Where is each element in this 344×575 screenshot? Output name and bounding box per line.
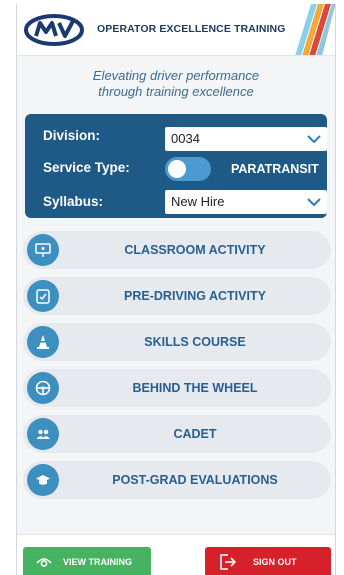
- service-type-label: Service Type:: [43, 160, 130, 175]
- division-label: Division:: [43, 128, 101, 143]
- menu-item-post-grad-evaluations[interactable]: POST-GRAD EVALUATIONS: [23, 461, 331, 499]
- tagline: Elevating driver performance through tra…: [17, 68, 335, 100]
- toggle-knob: [168, 160, 186, 178]
- people-icon: [27, 418, 59, 450]
- footer-bar: VIEW TRAINING SIGN OUT: [17, 534, 335, 575]
- sign-out-icon: [220, 554, 237, 570]
- clipboard-check-icon: [27, 280, 59, 312]
- app-header: OPERATOR EXCELLENCE TRAINING: [17, 4, 335, 56]
- view-training-label: VIEW TRAINING: [63, 557, 132, 567]
- menu-item-behind-the-wheel[interactable]: BEHIND THE WHEEL: [23, 369, 331, 407]
- menu-item-label: SKILLS COURSE: [144, 335, 246, 349]
- service-type-toggle[interactable]: [165, 157, 211, 181]
- app-title: OPERATOR EXCELLENCE TRAINING: [97, 23, 286, 35]
- steering-wheel-icon: [27, 372, 59, 404]
- menu-item-label: CLASSROOM ACTIVITY: [124, 243, 266, 257]
- settings-panel: Division: 0034 Service Type: PARATRANSIT…: [25, 114, 327, 218]
- syllabus-value: New Hire: [171, 194, 225, 209]
- sign-out-button[interactable]: SIGN OUT: [205, 547, 331, 575]
- service-type-value: PARATRANSIT: [231, 162, 319, 176]
- syllabus-label: Syllabus:: [43, 194, 104, 209]
- chevron-down-icon: [307, 135, 321, 144]
- presentation-board-icon: [27, 234, 59, 266]
- tagline-line-1: Elevating driver performance: [92, 68, 260, 83]
- chevron-down-icon: [307, 198, 321, 207]
- app-frame: OPERATOR EXCELLENCE TRAINING Elevating d…: [16, 4, 336, 575]
- division-select[interactable]: 0034: [165, 127, 327, 151]
- menu-item-pre-driving-activity[interactable]: PRE-DRIVING ACTIVITY: [23, 277, 331, 315]
- brand-stripes: [295, 4, 335, 55]
- syllabus-select[interactable]: New Hire: [165, 190, 327, 214]
- traffic-cone-icon: [27, 326, 59, 358]
- menu-item-label: PRE-DRIVING ACTIVITY: [124, 289, 266, 303]
- mv-logo-icon: [24, 14, 84, 46]
- menu-item-cadet[interactable]: CADET: [23, 415, 331, 453]
- view-training-button[interactable]: VIEW TRAINING: [23, 547, 151, 575]
- menu-item-label: BEHIND THE WHEEL: [132, 381, 258, 395]
- eye-icon: [36, 558, 52, 567]
- menu-item-classroom-activity[interactable]: CLASSROOM ACTIVITY: [23, 231, 331, 269]
- sign-out-label: SIGN OUT: [253, 557, 297, 567]
- menu-item-label: CADET: [173, 427, 217, 441]
- menu-item-skills-course[interactable]: SKILLS COURSE: [23, 323, 331, 361]
- division-value: 0034: [171, 131, 200, 146]
- menu-item-label: POST-GRAD EVALUATIONS: [112, 473, 278, 487]
- graduation-cap-icon: [27, 464, 59, 496]
- tagline-line-2: through training excellence: [98, 84, 254, 99]
